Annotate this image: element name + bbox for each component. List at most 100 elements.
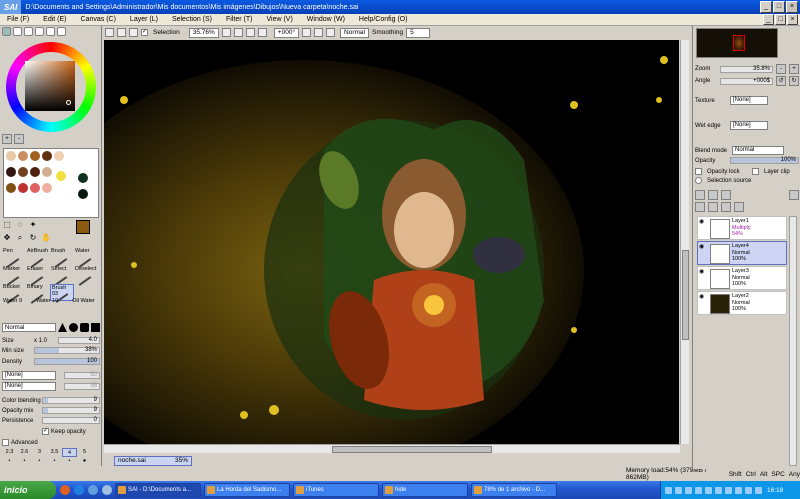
brush-shape-icon[interactable] <box>91 323 100 332</box>
deselect-icon[interactable] <box>105 28 114 37</box>
density-slider[interactable]: 100 <box>34 358 100 365</box>
menu-filter[interactable]: Filter (T) <box>219 16 259 23</box>
gradient-tab-icon[interactable] <box>35 27 44 36</box>
desktop-icon[interactable] <box>88 485 98 495</box>
size-dot-icon[interactable]: • <box>2 457 17 466</box>
menu-layer[interactable]: Layer (L) <box>123 16 165 23</box>
texture1-slider[interactable]: 50 <box>64 372 100 379</box>
swatch-tab-icon[interactable] <box>46 27 55 36</box>
start-button[interactable]: inicio <box>0 481 56 499</box>
show-selection-icon[interactable] <box>129 28 138 37</box>
clear-layer-icon[interactable] <box>721 202 731 212</box>
size-dot-icon[interactable]: • <box>17 457 32 466</box>
swatch[interactable] <box>6 183 16 193</box>
swatch[interactable] <box>42 167 52 177</box>
taskbar-task-hide[interactable]: hide <box>382 483 468 497</box>
brush-water-10[interactable]: Water 10 <box>36 298 58 304</box>
swatch[interactable] <box>78 189 88 199</box>
nav-rotate-right-icon[interactable]: ↻ <box>789 76 799 86</box>
menu-view[interactable]: View (V) <box>259 16 299 23</box>
size-preset[interactable]: 3.5 <box>47 448 62 457</box>
brush-pen[interactable]: Pen <box>2 248 26 268</box>
tray-icon[interactable] <box>695 486 702 494</box>
doc-close-button[interactable]: × <box>787 14 798 25</box>
rotate-left-icon[interactable] <box>302 28 312 37</box>
menu-selection[interactable]: Selection (S) <box>165 16 219 23</box>
layer-list-scrollbar[interactable] <box>789 216 797 466</box>
swatch[interactable] <box>54 151 64 161</box>
swatch-remove-icon[interactable]: - <box>14 134 24 144</box>
tray-icon[interactable] <box>725 486 732 494</box>
tray-icon[interactable] <box>705 486 712 494</box>
hand-icon[interactable]: ✋ <box>41 233 51 243</box>
brush-brush[interactable]: Brush <box>50 248 74 268</box>
ie-icon[interactable] <box>74 485 84 495</box>
swatch[interactable] <box>56 171 66 181</box>
new-layer-icon[interactable] <box>695 190 705 200</box>
zoom-field[interactable]: 35.76% <box>188 27 219 38</box>
new-folder-icon[interactable] <box>721 190 731 200</box>
persistence-slider[interactable]: 0 <box>42 417 100 424</box>
brush-water-9[interactable]: Water 9 <box>3 298 22 304</box>
swatch[interactable] <box>30 183 40 193</box>
color-wheel-tab-icon[interactable] <box>2 27 11 36</box>
color-blending-slider[interactable]: 9 <box>42 397 100 404</box>
keep-opacity-checkbox[interactable]: ✓ <box>42 428 49 435</box>
tray-icon[interactable] <box>675 486 682 494</box>
horizontal-scroll-thumb[interactable] <box>332 446 492 453</box>
swatch[interactable] <box>42 183 52 193</box>
delete-layer-icon[interactable] <box>734 202 744 212</box>
selection-rect-icon[interactable]: ⬚ <box>2 220 12 230</box>
swatch[interactable] <box>30 167 40 177</box>
menu-edit[interactable]: Edit (E) <box>36 16 73 23</box>
layer-texture-select[interactable]: [None] <box>730 96 768 105</box>
hsv-slider-tab-icon[interactable] <box>24 27 33 36</box>
size-slider[interactable]: 4.0 <box>58 337 100 344</box>
canvas-vertical-scrollbar[interactable] <box>680 40 689 444</box>
zoom-fit-icon[interactable] <box>257 28 267 37</box>
opacity-mix-slider[interactable]: 9 <box>42 407 100 414</box>
primary-color-swatch[interactable] <box>76 220 90 234</box>
tray-icon[interactable] <box>685 486 692 494</box>
size-preset[interactable]: 2.3 <box>2 448 17 457</box>
texture1-select[interactable]: [None] <box>2 371 56 380</box>
new-linework-layer-icon[interactable] <box>708 190 718 200</box>
brush-marker[interactable]: Marker <box>2 266 26 286</box>
swatch[interactable] <box>42 151 52 161</box>
tray-icon[interactable] <box>745 486 752 494</box>
invert-selection-icon[interactable] <box>117 28 126 37</box>
move-icon[interactable]: ✥ <box>2 233 12 243</box>
selection-checkbox[interactable]: ✓ <box>141 29 148 36</box>
eye-icon[interactable]: ◉ <box>699 243 707 251</box>
tray-icon[interactable] <box>735 486 742 494</box>
panel-scroll-icon[interactable] <box>789 190 799 200</box>
size-dot-icon[interactable]: • <box>62 457 77 466</box>
zoom-in-icon[interactable] <box>233 28 243 37</box>
nav-angle-slider[interactable]: +000$ <box>720 77 773 85</box>
navigator-viewport[interactable] <box>733 35 745 51</box>
brush-deselect[interactable]: Deselect <box>74 266 98 286</box>
view-mode-select[interactable]: Normal <box>340 27 369 38</box>
minimize-button[interactable]: _ <box>760 1 772 13</box>
zoom-out-icon[interactable] <box>221 28 231 37</box>
zoom-icon[interactable]: ⌕ <box>15 233 25 243</box>
zoom-reset-icon[interactable] <box>245 28 255 37</box>
menu-file[interactable]: File (F) <box>0 16 36 23</box>
firefox-icon[interactable] <box>60 485 70 495</box>
maximize-button[interactable]: □ <box>773 1 785 13</box>
size-dot-icon[interactable]: ● <box>77 457 92 466</box>
swatch[interactable] <box>78 173 88 183</box>
layer-row[interactable]: ◉ Layer2 Normal 100% <box>697 291 787 315</box>
doc-maximize-button[interactable]: □ <box>775 14 786 25</box>
brush-mode-select[interactable]: Normal <box>2 323 56 332</box>
size-preset[interactable]: 3 <box>32 448 47 457</box>
swatch[interactable] <box>6 167 16 177</box>
minsize-slider[interactable]: 38% <box>34 347 100 354</box>
size-dot-icon[interactable]: • <box>32 457 47 466</box>
brush-oil-water[interactable]: Oil Water <box>72 298 95 304</box>
menu-canvas[interactable]: Canvas (C) <box>74 16 123 23</box>
texture2-slider[interactable]: 95 <box>64 383 100 390</box>
eye-icon[interactable]: ◉ <box>699 268 707 276</box>
advanced-checkbox[interactable] <box>2 439 9 446</box>
vertical-scroll-thumb[interactable] <box>682 250 689 340</box>
